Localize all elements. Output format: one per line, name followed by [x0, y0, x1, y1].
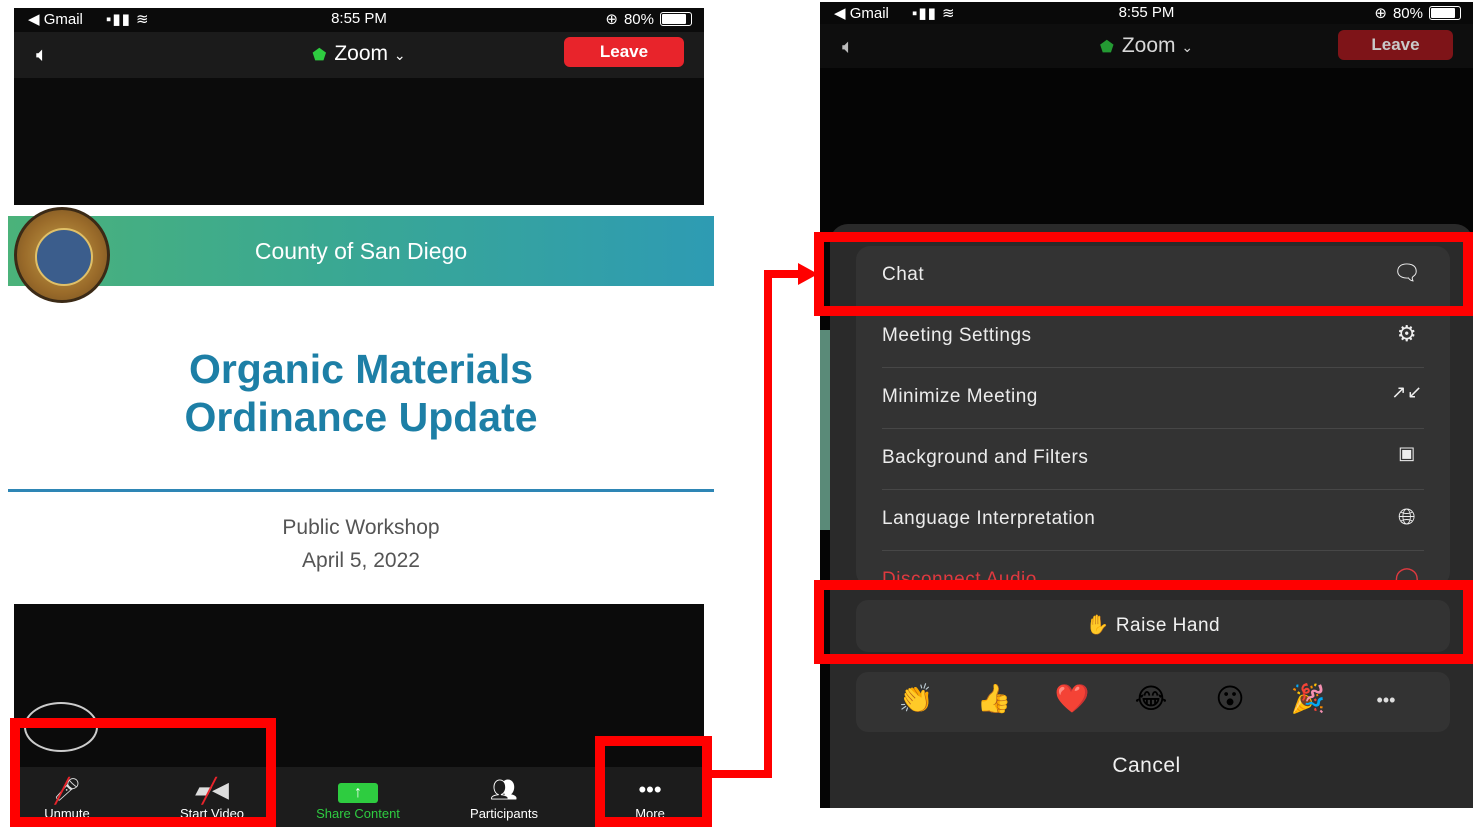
heart-reaction-icon[interactable]: ❤️ [1052, 682, 1092, 715]
county-seal-logo [14, 207, 110, 303]
battery-percent: 80% [1392, 4, 1423, 22]
battery-status: ⊕ 80% [605, 10, 692, 28]
status-bar: ◀ Gmail ▪▮▮ ≋ 8:55 PM ⊕ 80% [14, 8, 704, 30]
menu-item-label: Meeting Settings [882, 325, 1032, 346]
connector-line-top [764, 270, 800, 278]
menu-item-label: Language Interpretation [882, 508, 1096, 529]
party-reaction-icon[interactable]: 🎉 [1288, 682, 1328, 715]
highlight-chat [814, 232, 1473, 316]
slide-title-line2: Ordinance Update [184, 394, 538, 440]
slide-subtitle: Public Workshop April 5, 2022 [8, 511, 714, 577]
menu-item-language-interpretation[interactable]: Language Interpretation 🌐︎ [882, 490, 1424, 551]
meeting-title-text: Zoom [1121, 34, 1176, 57]
clap-reaction-icon[interactable]: 👏 [896, 682, 936, 715]
status-time: 8:55 PM [331, 10, 387, 27]
lock-rotation-icon: ⊕ [1374, 5, 1387, 22]
gear-icon: ⚙︎ [1396, 321, 1418, 346]
shield-icon: ⬟ [312, 47, 327, 64]
highlight-unmute-video [10, 718, 276, 827]
zoom-header: 🔈︎ ⬟ Zoom ⌄ Leave [14, 32, 704, 78]
slide-subtitle-line1: Public Workshop [282, 516, 440, 539]
participants-label: Participants [470, 806, 538, 821]
slide-divider [8, 489, 714, 492]
leave-button[interactable]: Leave [1338, 30, 1453, 60]
minimize-icon: ↗↙ [1391, 382, 1423, 402]
more-reactions-icon[interactable]: ••• [1366, 690, 1406, 711]
battery-percent: 80% [623, 10, 654, 28]
cancel-button[interactable]: Cancel [820, 754, 1473, 778]
left-phone-header-area: ◀ Gmail ▪▮▮ ≋ 8:55 PM ⊕ 80% 🔈︎ ⬟ Zoom ⌄ Le… [14, 8, 704, 206]
slide-date: April 5, 2022 [302, 549, 420, 572]
share-content-button[interactable]: ↑ Share Content [298, 776, 418, 821]
slide-banner: County of San Diego [8, 216, 714, 286]
highlight-raise-hand [814, 580, 1473, 664]
globe-icon: 🌐︎ [1397, 504, 1417, 529]
menu-item-minimize-meeting[interactable]: Minimize Meeting ↗↙ [882, 368, 1424, 429]
participants-button[interactable]: 👥︎ Participants [444, 776, 564, 821]
menu-item-background-filters[interactable]: ▣ Background and Filters [882, 429, 1424, 490]
shield-icon: ⬟ [1099, 39, 1114, 56]
battery-icon [660, 12, 692, 26]
highlight-more [595, 736, 712, 827]
share-icon: ↑ [298, 776, 418, 804]
right-phone: ◀ Gmail ▪▮▮ ≋ 8:55 PM ⊕ 80% 🔈︎ ⬟ Zoom ⌄ Le… [820, 2, 1473, 808]
slide-title-line1: Organic Materials [188, 346, 534, 392]
chevron-down-icon: ⌄ [1181, 39, 1194, 55]
thumbs-up-reaction-icon[interactable]: 👍 [974, 682, 1014, 715]
slide-banner-text: County of San Diego [254, 238, 468, 264]
battery-icon [1429, 6, 1461, 20]
laugh-reaction-icon[interactable]: 😂 [1131, 682, 1171, 715]
reactions-bar: 👏 👍 ❤️ 😂 😮 🎉 ••• [856, 672, 1450, 732]
participants-icon: 👥︎ [490, 777, 518, 802]
menu-item-meeting-settings[interactable]: Meeting Settings ⚙︎ [882, 307, 1424, 368]
surprised-reaction-icon[interactable]: 😮 [1210, 682, 1250, 715]
meeting-title-text: Zoom [334, 42, 388, 65]
arrow-head-icon [798, 263, 818, 285]
background-icon: ▣ [1398, 443, 1416, 463]
leave-button[interactable]: Leave [564, 37, 684, 67]
connector-line-horizontal [706, 770, 772, 778]
slide-title: Organic Materials Ordinance Update [8, 345, 714, 441]
shared-slide: County of San Diego Organic Materials Or… [8, 205, 714, 605]
zoom-header: 🔈︎ ⬟ Zoom ⌄ Leave [820, 24, 1473, 68]
status-bar: ◀ Gmail ▪▮▮ ≋ 8:55 PM ⊕ 80% [820, 2, 1473, 22]
share-content-label: Share Content [316, 806, 400, 821]
slide-edge [820, 330, 830, 530]
chevron-down-icon: ⌄ [393, 47, 406, 63]
connector-line-vertical [764, 270, 772, 778]
menu-item-label: Background and Filters [882, 447, 1089, 468]
menu-item-label: Minimize Meeting [882, 386, 1038, 407]
battery-status: ⊕ 80% [1374, 4, 1461, 22]
lock-rotation-icon: ⊕ [605, 11, 618, 28]
